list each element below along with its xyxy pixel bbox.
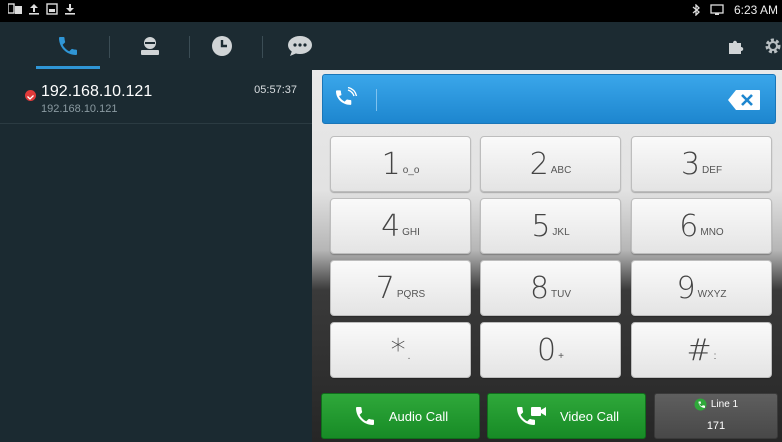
key-letters: o_o [402,164,420,176]
chat-icon [288,36,312,56]
key-hash[interactable]: #: [631,322,772,378]
download-icon [65,4,75,15]
app-notification-icon [8,3,22,14]
dial-area: 1 o_o 2 ABC 3 DEF 4 GHI 5 JKL 6 MNO 7 PQRS 8 TUV… [312,70,782,442]
screen-cast-icon [710,4,724,15]
bluetooth-icon [692,4,700,16]
status-left-icons [8,3,75,15]
key-letters: DEF [702,164,723,176]
dial-input[interactable] [322,74,776,124]
key-letters: : [713,350,717,362]
key-2[interactable]: 2 ABC [480,136,621,192]
status-bar: 6:23 AM [0,0,782,22]
key-letters: PQRS [396,288,426,300]
video-call-button[interactable]: Video Call [487,393,646,439]
audio-call-label: Audio Call [388,408,449,424]
key-letters: MNO [700,226,724,238]
key-8[interactable]: 8 TUV [480,260,621,316]
key-7[interactable]: 7 PQRS [330,260,471,316]
call-time: 05:57:37 [254,84,297,96]
call-address: 192.168.10.121 [41,103,118,115]
key-letters: JKL [552,226,570,238]
gear-icon [765,38,781,54]
missed-call-icon [27,95,34,100]
call-list: 192.168.10.121 192.168.10.121 05:57:37 [0,70,312,442]
key-3[interactable]: 3 DEF [631,136,772,192]
upload-icon [29,4,39,15]
audio-call-button[interactable]: Audio Call [321,393,480,439]
phone-icon [59,37,77,55]
key-digit: 7 [375,270,395,306]
tab-contacts[interactable] [118,22,182,70]
nav-separator [262,36,263,58]
phone-icon [355,407,374,425]
status-time: 6:23 AM [733,3,778,17]
tab-messages[interactable] [268,22,332,70]
key-6[interactable]: 6 MNO [631,198,772,254]
key-digit: 6 [679,208,699,244]
video-call-label: Video Call [559,408,620,424]
key-letters: + [558,350,564,362]
backspace-icon[interactable] [727,89,761,111]
key-5[interactable]: 5 JKL [480,198,621,254]
key-digit: 5 [531,208,551,244]
line-status-icon [694,398,707,411]
key-letters: WXYZ [697,288,727,300]
line-selector[interactable]: Line 1 171 [654,393,778,439]
key-digit: 0 [537,332,557,368]
tab-history[interactable] [190,22,254,70]
key-digit: 9 [676,270,696,306]
key-star[interactable]: *. [330,322,471,378]
key-4[interactable]: 4 GHI [330,198,471,254]
key-letters: . [407,350,411,362]
screenshot-icon [46,3,58,15]
settings-button[interactable] [758,22,782,70]
key-digit: * [390,332,406,368]
key-digit: 1 [381,146,401,182]
key-1[interactable]: 1 o_o [330,136,471,192]
key-letters: ABC [550,164,572,176]
key-digit: 4 [381,208,401,244]
key-digit: # [686,332,712,368]
clock-icon [212,36,232,56]
line-header: Line 1 [655,398,777,411]
key-letters: TUV [551,288,572,300]
key-digit: 3 [680,146,701,182]
call-name: 192.168.10.121 [41,83,153,100]
call-status-badge [25,90,36,101]
line-label: Line 1 [710,399,739,410]
nav-separator [109,36,110,58]
ringing-phone-icon [336,87,358,105]
key-digit: 2 [529,146,549,182]
video-phone-icon [516,407,546,425]
contact-icon [141,37,159,55]
nav-bar [0,22,782,70]
tab-dialer[interactable] [36,22,100,70]
key-0[interactable]: 0 + [480,322,621,378]
key-9[interactable]: 9 WXYZ [631,260,772,316]
puzzle-icon [729,40,744,54]
list-item[interactable]: 192.168.10.121 192.168.10.121 05:57:37 [0,70,312,124]
status-right: 6:23 AM [692,3,778,17]
input-divider [376,89,377,111]
line-number: 171 [706,420,726,432]
plugin-button[interactable] [721,22,751,70]
key-letters: GHI [402,226,420,238]
key-digit: 8 [529,270,550,306]
